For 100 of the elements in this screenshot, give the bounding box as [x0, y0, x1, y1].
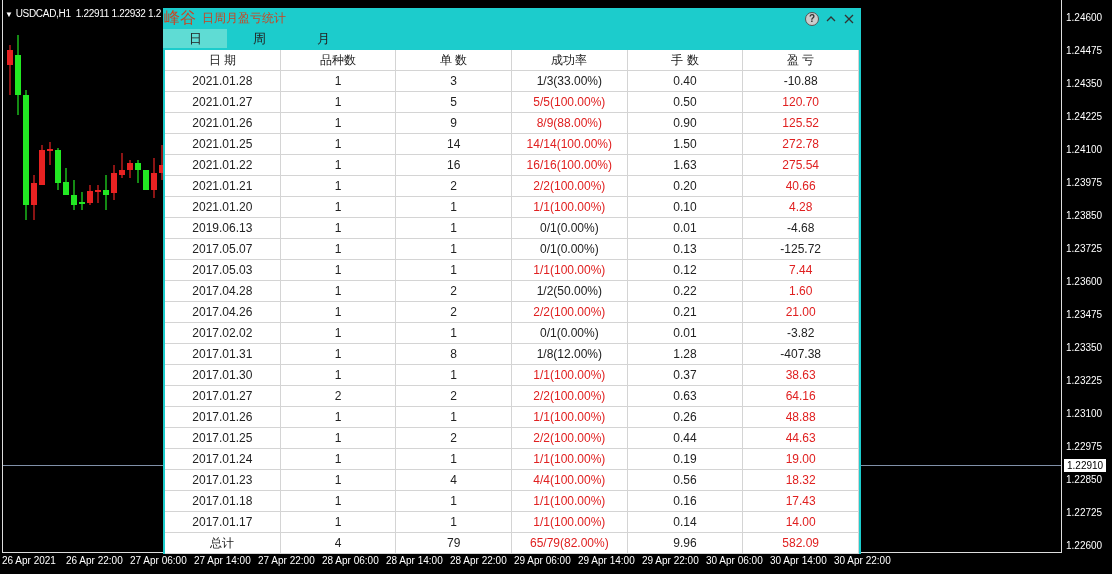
table-cell: 4.28 — [743, 197, 859, 217]
table-cell: 1/1(100.00%) — [512, 260, 628, 280]
price-label: 1.23850 — [1066, 209, 1104, 223]
candle — [39, 144, 45, 185]
table-cell: 2 — [280, 386, 397, 406]
table-cell: 0.22 — [627, 281, 744, 301]
candle — [63, 167, 69, 196]
table-cell: 16/16(100.00%) — [512, 155, 628, 175]
table-cell: 21.00 — [743, 302, 859, 322]
table-cell: 2/2(100.00%) — [512, 428, 628, 448]
table-cell: 48.88 — [743, 407, 859, 427]
candle — [135, 159, 141, 184]
time-label: 26 Apr 2021 — [2, 554, 57, 568]
price-label: 1.24225 — [1066, 110, 1104, 124]
table-cell: 5 — [396, 92, 512, 112]
table-cell: 2021.01.27 — [165, 92, 281, 112]
table-cell: 275.54 — [743, 155, 859, 175]
table-cell: 1 — [396, 239, 512, 259]
table-cell: 0.20 — [627, 176, 744, 196]
table-cell: 0/1(0.00%) — [512, 323, 628, 343]
table-cell: 1 — [280, 449, 397, 469]
time-label: 27 Apr 14:00 — [194, 554, 252, 568]
table-cell: 1 — [396, 449, 512, 469]
table-cell: 64.16 — [743, 386, 859, 406]
current-price-label: 1.22910 — [1064, 459, 1107, 472]
table-cell: 79 — [396, 533, 512, 553]
table-cell: 2 — [396, 386, 512, 406]
table-cell: 7.44 — [743, 260, 859, 280]
table-cell: 2021.01.20 — [165, 197, 281, 217]
table-cell: 1 — [280, 365, 397, 385]
table-cell: 0.16 — [627, 491, 744, 511]
table-cell: 2021.01.26 — [165, 113, 281, 133]
table-cell: 1 — [280, 428, 397, 448]
table-cell: 0.14 — [627, 512, 744, 532]
candle — [79, 191, 85, 211]
column-header: 盈 亏 — [743, 50, 859, 70]
candle — [159, 144, 164, 181]
candle — [95, 184, 101, 204]
table-cell: 2021.01.28 — [165, 71, 281, 91]
price-label: 1.23725 — [1066, 242, 1104, 256]
candle — [71, 179, 77, 211]
chart-symbol: USDCAD,H1 — [15, 8, 71, 21]
table-cell: 44.63 — [743, 428, 859, 448]
table-cell: 0.10 — [627, 197, 744, 217]
table-cell: 0.40 — [627, 71, 744, 91]
price-label: 1.22725 — [1066, 506, 1104, 520]
table-cell: 1/8(12.00%) — [512, 344, 628, 364]
time-label: 29 Apr 22:00 — [642, 554, 700, 568]
table-cell: 2021.01.22 — [165, 155, 281, 175]
time-label: 30 Apr 06:00 — [706, 554, 764, 568]
candle — [127, 159, 133, 179]
table-cell: 582.09 — [743, 533, 859, 553]
panel-title: 日周月盈亏统计 — [202, 10, 286, 27]
candle — [87, 184, 93, 206]
help-button[interactable]: ? — [805, 11, 819, 26]
table-cell: 0.90 — [627, 113, 744, 133]
table-cell: 2017.01.17 — [165, 512, 281, 532]
table-cell: 9.96 — [627, 533, 744, 553]
table-cell: 2017.04.28 — [165, 281, 281, 301]
table-cell: 1 — [280, 71, 397, 91]
table-cell: 4/4(100.00%) — [512, 470, 628, 490]
table-cell: 1/1(100.00%) — [512, 449, 628, 469]
table-cell: 2017.04.26 — [165, 302, 281, 322]
table-cell: 2017.01.26 — [165, 407, 281, 427]
table-cell: 2/2(100.00%) — [512, 176, 628, 196]
table-cell: 1 — [396, 365, 512, 385]
candle — [151, 157, 157, 199]
table-cell: 40.66 — [743, 176, 859, 196]
dropdown-marker[interactable]: ▼ — [5, 8, 13, 21]
price-label: 1.24350 — [1066, 77, 1104, 91]
time-label: 27 Apr 06:00 — [130, 554, 188, 568]
candle — [47, 141, 53, 166]
table-cell: 2017.01.30 — [165, 365, 281, 385]
candle — [7, 44, 13, 96]
column-header: 单 数 — [396, 50, 512, 70]
table-cell: 0.44 — [627, 428, 744, 448]
time-label: 29 Apr 14:00 — [578, 554, 636, 568]
table-cell: 1/1(100.00%) — [512, 365, 628, 385]
time-label: 29 Apr 06:00 — [514, 554, 572, 568]
period-tab[interactable]: 日 — [163, 29, 227, 48]
price-label: 1.24100 — [1066, 143, 1104, 157]
period-tab[interactable]: 周 — [227, 29, 291, 48]
table-cell: 1.28 — [627, 344, 744, 364]
column-header: 日 期 — [165, 50, 281, 70]
candle — [143, 169, 149, 191]
table-cell: 1 — [280, 176, 397, 196]
table-cell: 1 — [280, 470, 397, 490]
period-tab[interactable]: 月 — [291, 29, 355, 48]
candle — [119, 152, 125, 179]
table-cell: 1/3(33.00%) — [512, 71, 628, 91]
table-cell: 4 — [396, 470, 512, 490]
table-cell: 1 — [396, 197, 512, 217]
table-cell: 0.37 — [627, 365, 744, 385]
table-cell: 1 — [280, 239, 397, 259]
close-icon[interactable] — [843, 12, 855, 25]
table-cell: 18.32 — [743, 470, 859, 490]
table-cell: 1.60 — [743, 281, 859, 301]
table-cell: 3 — [396, 71, 512, 91]
table-cell: 0.21 — [627, 302, 744, 322]
table-cell: 1 — [396, 260, 512, 280]
